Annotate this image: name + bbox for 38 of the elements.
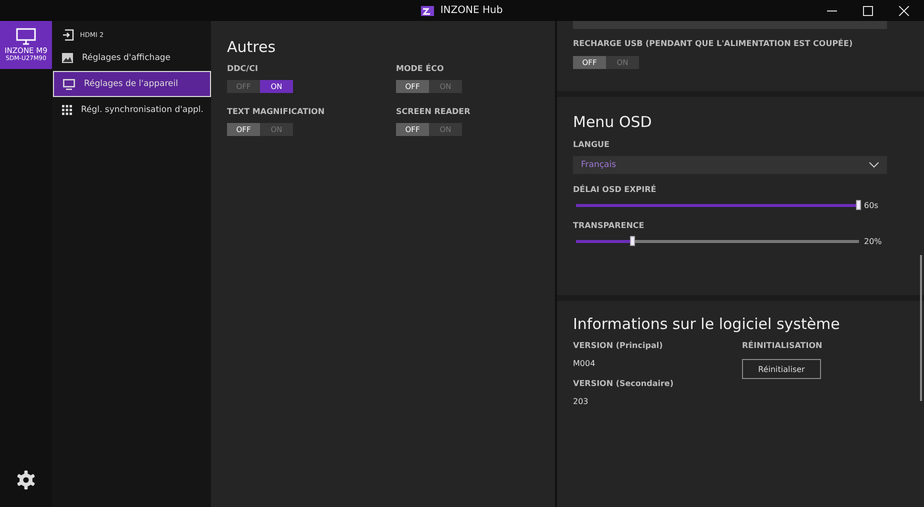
reset-label: RÉINITIALISATION — [742, 341, 824, 350]
setting-label: SCREEN READER — [396, 107, 472, 116]
setting-label: DÉLAI OSD EXPIRÉ — [573, 185, 658, 194]
dropdown-field[interactable] — [573, 21, 887, 29]
setting-label: MODE ÉCO — [396, 64, 445, 73]
version-label: VERSION (Secondaire) — [573, 379, 675, 388]
slider-value: 60s — [864, 201, 878, 210]
input-icon — [62, 28, 74, 40]
scrollbar[interactable] — [920, 255, 922, 401]
version-value: 203 — [573, 397, 590, 406]
setting-label: TEXT MAGNIFICATION — [227, 107, 326, 116]
version-value: M004 — [573, 359, 596, 368]
slider-thumb[interactable] — [856, 200, 861, 210]
section-title: Menu OSD — [573, 113, 653, 131]
image-icon — [62, 53, 73, 63]
sidebar-item[interactable]: Régl. synchronisation d'appl. — [53, 97, 211, 123]
chevron-down-icon — [869, 162, 879, 168]
setting-label: TRANSPARENCE — [573, 221, 646, 230]
settings-icon[interactable] — [16, 470, 36, 490]
slider-thumb[interactable] — [630, 236, 635, 246]
language-dropdown[interactable]: Français — [573, 156, 887, 174]
setting-label: RECHARGE USB (PENDANT QUE L'ALIMENTATION EST COUPÉE) — [573, 39, 854, 48]
slider-value: 20% — [864, 237, 882, 246]
monitor-icon — [63, 78, 75, 90]
monitor-icon — [16, 28, 36, 45]
section-title: Autres — [227, 38, 277, 56]
maximize-icon[interactable] — [863, 6, 873, 16]
setting-label: DDC/CI — [227, 64, 259, 73]
sidebar-item[interactable]: Réglages de l'appareil — [53, 71, 211, 97]
app-logo-icon — [421, 6, 434, 16]
window-title: INZONE Hub — [440, 5, 503, 16]
setting-label: LANGUE — [573, 140, 611, 149]
sidebar-item[interactable]: Réglages d'affichage — [53, 45, 211, 71]
close-icon[interactable] — [899, 6, 909, 16]
grid-icon — [62, 105, 72, 115]
reset-button[interactable]: Réinitialiser — [742, 359, 821, 379]
section-title: Informations sur le logiciel système — [573, 315, 841, 333]
version-label: VERSION (Principal) — [573, 341, 664, 350]
